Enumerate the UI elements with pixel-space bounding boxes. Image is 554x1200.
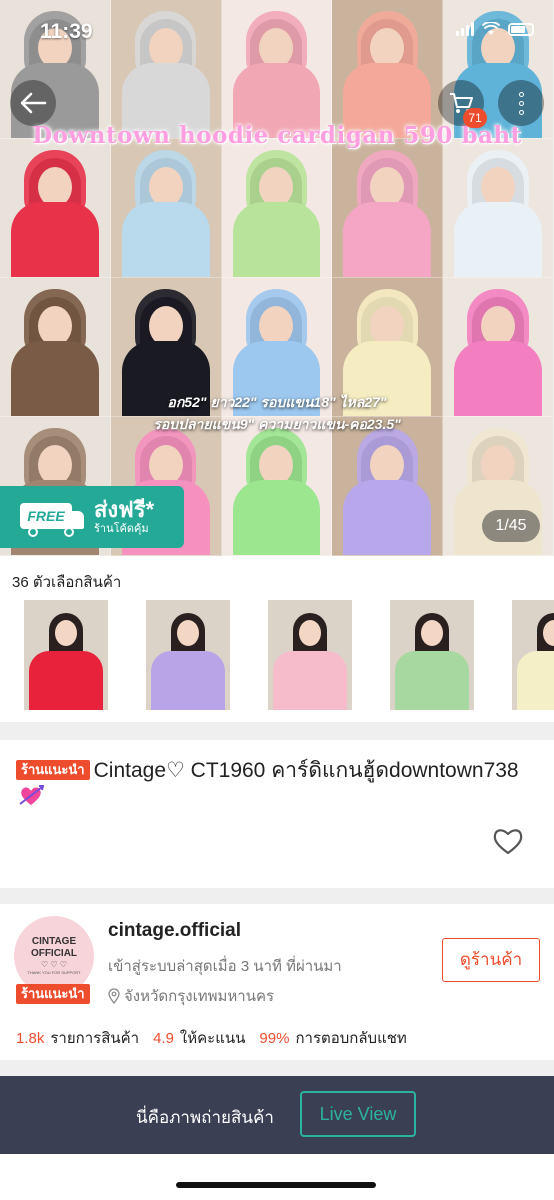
variant-selector: 36 ตัวเลือกสินค้า	[0, 556, 554, 722]
stat-value: 4.9	[153, 1030, 174, 1047]
variant-thumbnail[interactable]	[390, 600, 474, 710]
variant-thumbnail[interactable]	[24, 600, 108, 710]
home-indicator-area	[0, 1154, 554, 1200]
free-shipping-sub: ร้านโค้ดคุ้ม	[94, 523, 149, 535]
heart-arrow-emoji	[18, 784, 45, 813]
product-page: Downtown hoodie cardigan 590 baht อก52" …	[0, 0, 554, 1200]
measurement-line-1: อก52" ยาว22" รอบแขน18" ไหล27"	[167, 394, 387, 410]
dot-icon	[518, 91, 524, 97]
shop-location-text: จังหวัดกรุงเทพมหานคร	[124, 988, 275, 1005]
signal-icon	[456, 22, 474, 36]
variant-thumbnail[interactable]	[268, 600, 352, 710]
stat-label: ให้คะแนน	[179, 1030, 246, 1047]
product-title: ร้านแนะนำ Cintage♡ CT1960 คาร์ดิแกนฮู้ดdo…	[16, 756, 546, 786]
home-indicator[interactable]	[176, 1182, 376, 1188]
recommended-badge: ร้านแนะนำ	[16, 760, 90, 780]
collage-tile	[332, 417, 444, 556]
arrow-left-icon	[20, 92, 47, 114]
cart-count-badge: 71	[463, 108, 487, 128]
image-counter: 1/45	[482, 510, 540, 542]
battery-icon	[508, 22, 534, 36]
stat-value: 1.8k	[16, 1030, 45, 1047]
product-title-text: Cintage♡ CT1960 คาร์ดิแกนฮู้ดdowntown738	[93, 759, 519, 782]
like-heart-icon[interactable]	[492, 826, 524, 856]
free-shipping-main: ส่งฟรี*	[94, 497, 155, 522]
variant-thumbnail[interactable]	[512, 600, 554, 710]
variant-count-label: 36 ตัวเลือกสินค้า	[12, 574, 122, 591]
collage-tile	[221, 417, 333, 556]
dot-icon	[518, 109, 524, 115]
stat-label: รายการสินค้า	[50, 1030, 140, 1047]
truck-icon: FREE	[20, 497, 84, 537]
location-pin-icon	[108, 988, 120, 1004]
status-bar: 11:39	[0, 0, 554, 66]
wifi-icon	[482, 22, 500, 35]
shop-location: จังหวัดกรุงเทพมหานคร	[108, 984, 274, 1008]
stat-chat-response: 99% การตอบกลับแชท	[259, 1026, 406, 1050]
shop-info-card: CINTAGE OFFICIAL ♡ ♡ ♡ THANK YOU FOR SUP…	[0, 904, 554, 1060]
product-title-card: ร้านแนะนำ Cintage♡ CT1960 คาร์ดิแกนฮู้ดdo…	[0, 740, 554, 888]
variant-thumbnail[interactable]	[146, 600, 230, 710]
stat-label: การตอบกลับแชท	[295, 1030, 407, 1047]
avatar-line-3: ♡ ♡ ♡	[41, 960, 67, 969]
variant-thumbnails	[0, 600, 554, 712]
collage-tile	[332, 139, 444, 278]
avatar-line-4: THANK YOU FOR SUPPORT	[27, 970, 81, 975]
shop-recommended-badge: ร้านแนะนำ	[16, 984, 90, 1004]
measurement-line-2: รอบปลายแขน9" ความยาวแขน-คอ23.5"	[153, 416, 401, 432]
free-shipping-banner: FREE ส่งฟรี* ร้านโค้ดคุ้ม	[0, 486, 184, 548]
collage-tile	[221, 139, 333, 278]
shop-online-status: เข้าสู่ระบบล่าสุดเมื่อ 3 นาที ที่ผ่านมา	[108, 958, 342, 975]
heart-arrow-icon	[19, 785, 45, 805]
stat-rating: 4.9 ให้คะแนน	[153, 1026, 245, 1050]
avatar-line-2: OFFICIAL	[30, 948, 78, 959]
shop-stats: 1.8k รายการสินค้า 4.9 ให้คะแนน 99% การตอบกล…	[16, 1026, 407, 1050]
visit-shop-button[interactable]: ดูร้านค้า	[442, 938, 540, 982]
more-options-button[interactable]	[498, 80, 544, 126]
free-badge: FREE	[20, 503, 72, 529]
stat-products: 1.8k รายการสินค้า	[16, 1026, 139, 1050]
stat-value: 99%	[259, 1030, 290, 1047]
avatar-line-1: CINTAGE	[31, 936, 77, 947]
shop-name[interactable]: cintage.official	[108, 920, 241, 942]
real-photo-bar: นี่คือภาพถ่ายสินค้า Live View	[0, 1076, 554, 1154]
collage-tile	[443, 139, 554, 278]
real-photo-text: นี่คือภาพถ่ายสินค้า	[136, 1108, 274, 1127]
back-button[interactable]	[10, 80, 56, 126]
collage-tile	[0, 139, 111, 278]
dot-icon	[518, 100, 524, 106]
live-view-button[interactable]: Live View	[300, 1091, 416, 1137]
collage-tile	[110, 139, 222, 278]
clock: 11:39	[40, 20, 93, 43]
